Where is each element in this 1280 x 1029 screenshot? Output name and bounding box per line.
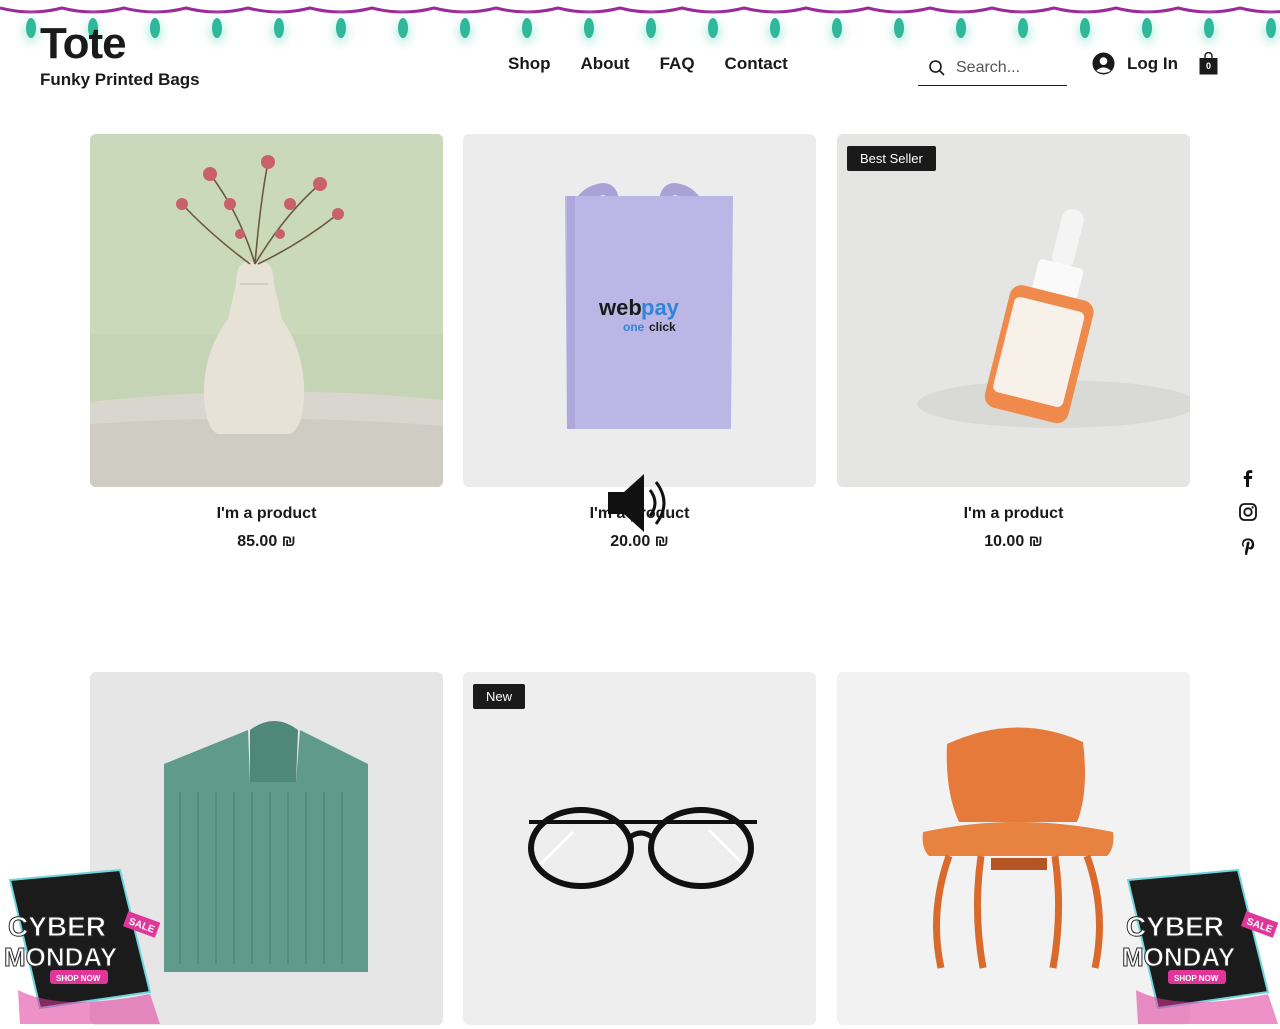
light-bulb <box>956 18 966 38</box>
cart-button[interactable]: 0 <box>1199 51 1218 80</box>
site-branding: Tote Funky Printed Bags <box>40 22 200 90</box>
product-ribbon: New <box>473 684 526 709</box>
site-tagline: Funky Printed Bags <box>40 70 200 89</box>
bag-print-click: click <box>649 320 676 334</box>
light-bulb <box>708 18 718 38</box>
promo-line1: CYBER <box>1126 911 1224 942</box>
product-image-vase[interactable] <box>90 134 443 487</box>
light-bulb <box>460 18 470 38</box>
nav-shop[interactable]: Shop <box>508 54 551 74</box>
main-nav: Shop About FAQ Contact <box>508 54 788 74</box>
product-image-serum-bottle[interactable]: Best Seller <box>837 134 1190 487</box>
search-icon <box>929 59 945 76</box>
product-price: 85.00 ₪ <box>237 533 296 550</box>
product-ribbon: Best Seller <box>847 146 936 171</box>
light-bulb <box>522 18 532 38</box>
instagram-icon[interactable] <box>1238 502 1258 522</box>
product-name[interactable]: I'm a product <box>90 505 443 523</box>
light-bulb <box>1018 18 1028 38</box>
promo-line1: CYBER <box>8 911 106 942</box>
product-image-eyeglasses[interactable]: New <box>463 672 816 1025</box>
light-bulb <box>274 18 284 38</box>
light-bulb <box>1266 18 1276 38</box>
nav-faq[interactable]: FAQ <box>660 54 695 74</box>
product-image-tote-bag[interactable]: web pay one click <box>463 134 816 487</box>
light-bulb <box>212 18 222 38</box>
cyber-monday-promo-right[interactable]: CYBER MONDAY SALE SHOP NOW <box>1118 862 1279 1024</box>
cart-count: 0 <box>1205 61 1211 71</box>
pinterest-icon[interactable] <box>1238 536 1258 556</box>
product-price: 10.00 ₪ <box>984 533 1043 550</box>
site-title[interactable]: Tote <box>40 22 200 66</box>
search-bar <box>918 50 1067 86</box>
bag-print-one: one <box>623 320 645 334</box>
product-card[interactable]: I'm a product 85.00 ₪ <box>90 134 443 551</box>
login-button[interactable]: Log In <box>1092 52 1178 75</box>
light-bulb <box>584 18 594 38</box>
login-label: Log In <box>1127 53 1178 73</box>
light-bulb <box>1204 18 1214 38</box>
volume-button[interactable] <box>606 470 674 536</box>
bag-print-pay: pay <box>641 295 680 320</box>
light-bulb <box>1080 18 1090 38</box>
light-bulb <box>26 18 36 38</box>
light-bulb <box>1142 18 1152 38</box>
product-name[interactable]: I'm a product <box>837 505 1190 523</box>
promo-line2: MONDAY <box>1122 942 1235 972</box>
cyber-monday-promo-left[interactable]: CYBER MONDAY SALE SHOP NOW <box>0 862 161 1024</box>
light-bulb <box>646 18 656 38</box>
nav-about[interactable]: About <box>581 54 630 74</box>
user-icon <box>1092 52 1115 75</box>
product-card[interactable]: New <box>463 672 816 1025</box>
social-bar <box>1238 468 1258 556</box>
nav-contact[interactable]: Contact <box>725 54 788 74</box>
light-bulb <box>894 18 904 38</box>
light-bulb <box>770 18 780 38</box>
promo-shop-now: SHOP NOW <box>1174 974 1219 983</box>
light-bulb <box>832 18 842 38</box>
promo-line2: MONDAY <box>4 942 117 972</box>
product-card[interactable]: Best Seller I'm a product 10.00 ₪ <box>837 134 1190 551</box>
bag-print-web: web <box>598 295 642 320</box>
search-input[interactable] <box>954 57 1063 78</box>
light-bulb <box>336 18 346 38</box>
promo-shop-now: SHOP NOW <box>56 974 101 983</box>
facebook-icon[interactable] <box>1238 468 1258 488</box>
speaker-volume-icon <box>608 474 666 532</box>
light-bulb <box>398 18 408 38</box>
